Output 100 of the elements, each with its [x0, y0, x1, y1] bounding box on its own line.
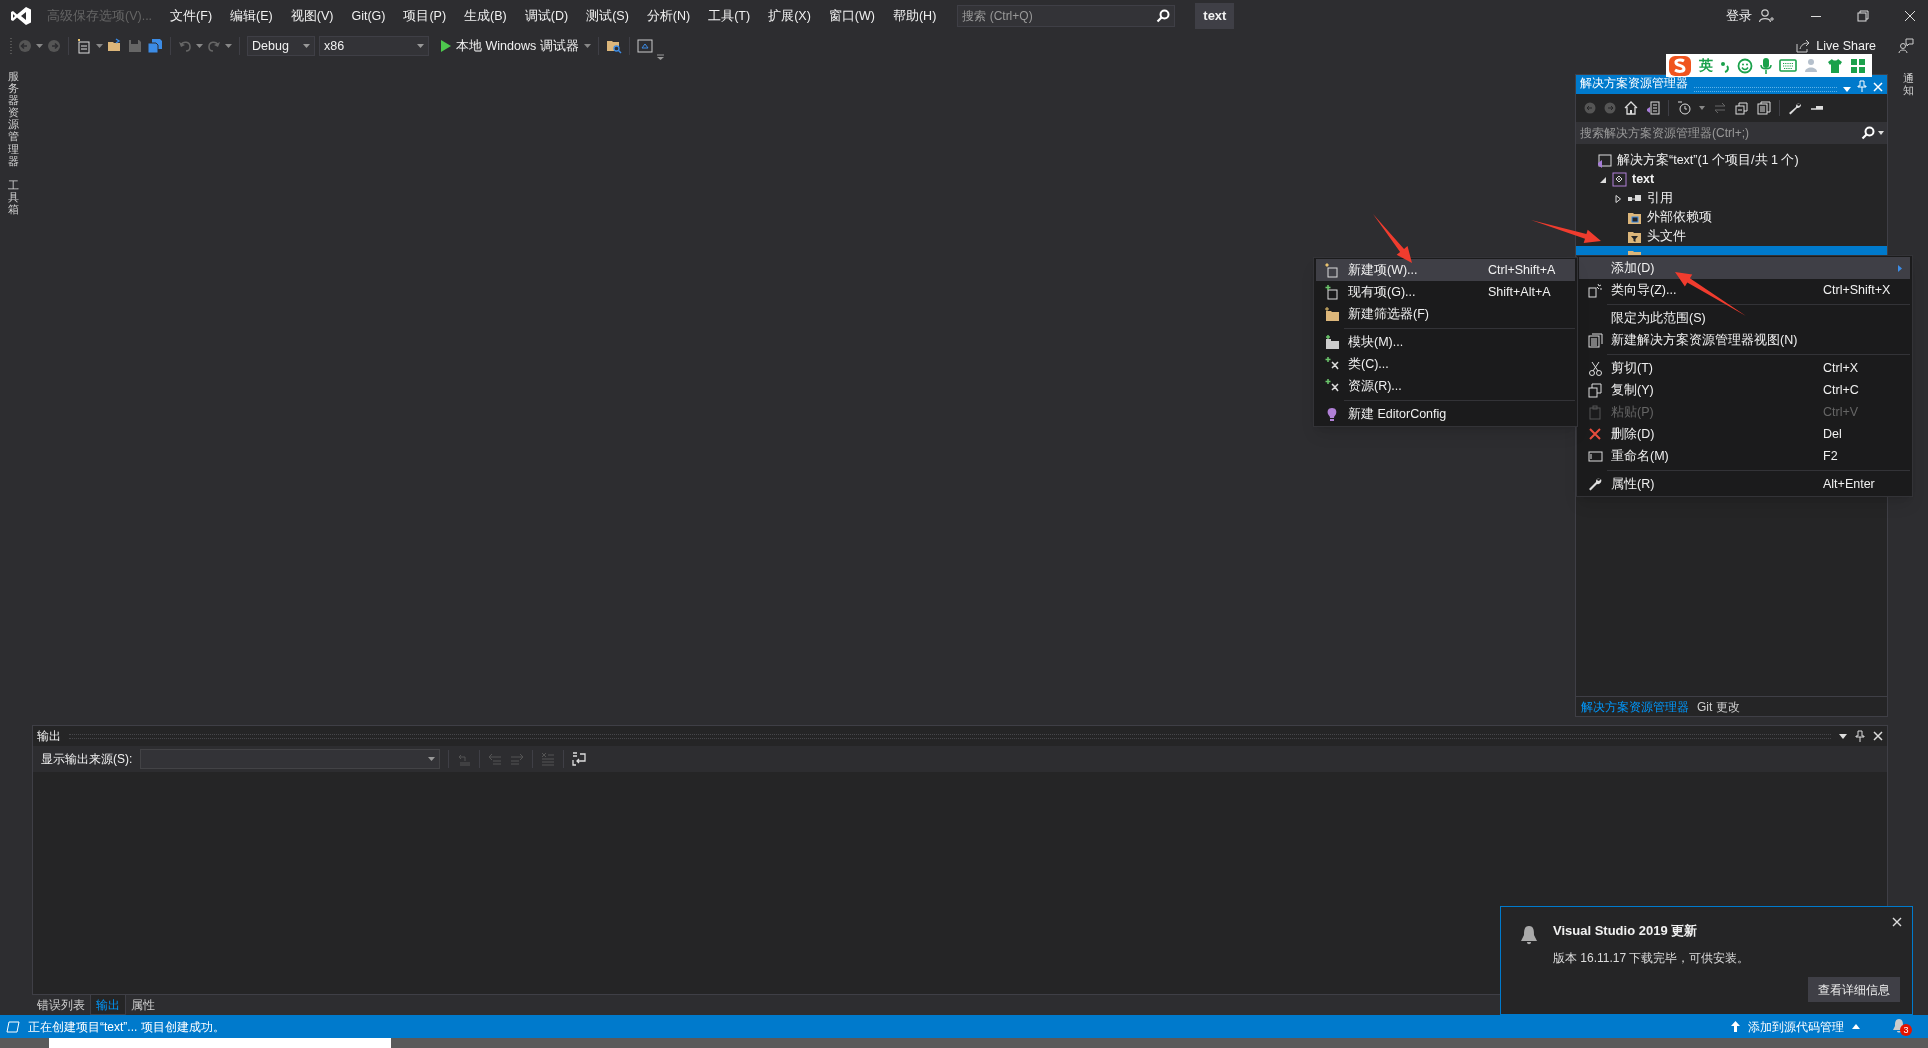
new-project-icon[interactable]	[76, 38, 92, 54]
notification-count-badge: 3	[1900, 1023, 1912, 1036]
panel-tab[interactable]: 错误列表	[32, 995, 90, 1015]
search-field[interactable]: 搜索解决方案资源管理器(Ctrl+;)	[1576, 122, 1887, 144]
menu-item[interactable]: 新建筛选器(F)	[1316, 303, 1575, 325]
sign-in-link[interactable]: 登录	[1726, 6, 1752, 26]
menu-item[interactable]: 窗口(W)	[819, 6, 884, 26]
close-icon[interactable]	[1873, 731, 1883, 741]
menu-item[interactable]: 项目(P)	[394, 6, 456, 26]
dropdown-caret-icon[interactable]	[1878, 131, 1884, 135]
live-share-button[interactable]: Live Share	[1796, 36, 1876, 56]
tree-item[interactable]: text	[1576, 170, 1887, 189]
menu-item[interactable]: 删除(D) Del	[1579, 423, 1910, 445]
menu-item[interactable]: 编辑(E)	[221, 6, 282, 26]
solution-icon	[1597, 153, 1612, 168]
menu-item[interactable]: 扩展(X)	[759, 6, 820, 26]
tree-item[interactable]: 引用	[1576, 189, 1887, 208]
emoji-icon[interactable]	[1737, 57, 1753, 74]
tree-item[interactable]: 头文件	[1576, 227, 1887, 246]
notification-title: Visual Studio 2019 更新	[1553, 922, 1699, 940]
menu-item[interactable]: 帮助(H)	[883, 6, 946, 26]
side-tab[interactable]: 通知	[1902, 72, 1914, 97]
keyboard-icon[interactable]	[1779, 59, 1797, 72]
menu-item[interactable]: 现有项(G)... Shift+Alt+A	[1316, 281, 1575, 303]
filter-folder-icon	[1627, 229, 1642, 244]
forward-icon[interactable]	[1604, 102, 1616, 114]
platform-dropdown[interactable]: x86	[319, 36, 429, 56]
panel-title: 输出	[37, 728, 61, 745]
expander-icon[interactable]	[1614, 194, 1622, 203]
menu-item[interactable]: 资源(R)...	[1316, 375, 1575, 397]
menu-item[interactable]: 复制(Y) Ctrl+C	[1579, 379, 1910, 401]
redo-icon[interactable]	[207, 39, 221, 53]
submenu-arrow-icon	[1898, 264, 1902, 272]
up-arrow-icon	[1731, 1021, 1740, 1032]
menu-item[interactable]: 工具(T)	[699, 6, 760, 26]
show-all-files-icon[interactable]	[1757, 101, 1771, 115]
word-wrap-icon[interactable]	[572, 752, 587, 766]
configuration-dropdown[interactable]: Debug	[247, 36, 315, 56]
menu-item[interactable]: 新建解决方案资源管理器视图(N)	[1579, 329, 1910, 351]
shortcut-label: Del	[1823, 425, 1842, 443]
panel-tab[interactable]: Git 更改	[1694, 697, 1743, 716]
feedback-icon[interactable]	[1898, 38, 1914, 54]
shortcut-label: Ctrl+V	[1823, 403, 1859, 421]
collapse-all-icon[interactable]	[1735, 101, 1749, 115]
panel-tab[interactable]: 解决方案资源管理器	[1578, 697, 1692, 716]
dropdown-caret-icon[interactable]	[1839, 733, 1847, 739]
menu-item[interactable]: 添加(D)	[1579, 257, 1910, 279]
menu-item[interactable]: 类(C)...	[1316, 353, 1575, 375]
side-tab[interactable]: 工具箱	[7, 178, 19, 216]
menu-item[interactable]: 模块(M)...	[1316, 331, 1575, 353]
pin-icon[interactable]	[1855, 730, 1865, 742]
existing-item-icon	[1324, 284, 1340, 300]
shirt-icon[interactable]	[1827, 57, 1843, 74]
close-icon[interactable]	[1904, 10, 1916, 22]
history-icon[interactable]	[1677, 101, 1691, 115]
undo-icon[interactable]	[178, 39, 192, 53]
home-icon[interactable]	[1624, 101, 1638, 115]
menu-item[interactable]: 文件(F)	[161, 6, 222, 26]
details-button[interactable]: 查看详细信息	[1808, 977, 1900, 1002]
menu-item[interactable]: Git(G)	[342, 6, 395, 26]
save-all-icon[interactable]	[147, 38, 163, 54]
wrench-icon[interactable]	[1788, 101, 1802, 115]
menu-item[interactable]: 新建项(W)... Ctrl+Shift+A	[1316, 259, 1575, 281]
restore-icon[interactable]	[1857, 10, 1869, 22]
menu-item[interactable]: 属性(R) Alt+Enter	[1579, 473, 1910, 495]
menu-item[interactable]: 视图(V)	[281, 6, 343, 26]
folder-icon	[1627, 210, 1642, 225]
project-icon	[1612, 172, 1627, 187]
grid-icon[interactable]	[1850, 57, 1866, 74]
microphone-icon[interactable]	[1760, 57, 1772, 74]
folder-search-icon[interactable]	[605, 38, 622, 54]
menu-item[interactable]: 限定为此范围(S)	[1579, 307, 1910, 329]
menu-item[interactable]: 剪切(T) Ctrl+X	[1579, 357, 1910, 379]
expander-icon[interactable]	[1599, 175, 1607, 184]
menu-item[interactable]: 新建 EditorConfig	[1316, 403, 1575, 425]
browser-window-icon[interactable]	[636, 38, 653, 54]
panel-tab[interactable]: 属性	[126, 995, 160, 1015]
menu-item[interactable]: 测试(S)	[577, 6, 638, 26]
menu-item[interactable]: 调试(D)	[515, 6, 578, 26]
search-icon	[1861, 126, 1875, 140]
field-label: 显示输出来源(S):	[41, 751, 133, 768]
sync-icon[interactable]	[1713, 101, 1727, 115]
menu-item[interactable]: 分析(N)	[637, 6, 700, 26]
run-debugger-button[interactable]: 本地 Windows 调试器	[441, 36, 591, 56]
open-folder-icon[interactable]	[107, 38, 123, 54]
panel-tab[interactable]: 输出	[90, 995, 126, 1015]
tree-item[interactable]: 外部依赖项	[1576, 208, 1887, 227]
search-field[interactable]: 搜索 (Ctrl+Q)	[957, 5, 1176, 27]
source-control-button[interactable]: 添加到源代码管理	[1731, 1017, 1860, 1036]
menu-item[interactable]: 重命名(M) F2	[1579, 445, 1910, 467]
panel-title: 解决方案资源管理器	[1580, 75, 1688, 92]
side-tab[interactable]: 服务器资源管理器	[7, 70, 19, 167]
back-icon[interactable]	[1584, 102, 1596, 114]
menu-item[interactable]: 类向导(Z)... Ctrl+Shift+X	[1579, 279, 1910, 301]
close-icon[interactable]	[1892, 917, 1902, 927]
notifications-button[interactable]: 3	[1892, 1017, 1914, 1036]
menu-item[interactable]: 生成(B)	[455, 6, 516, 26]
shortcut-label: Ctrl+X	[1823, 359, 1859, 377]
tree-item[interactable]: 解决方案“text”(1 个项目/共 1 个)	[1576, 151, 1887, 170]
solution-views-icon[interactable]	[1646, 101, 1660, 115]
